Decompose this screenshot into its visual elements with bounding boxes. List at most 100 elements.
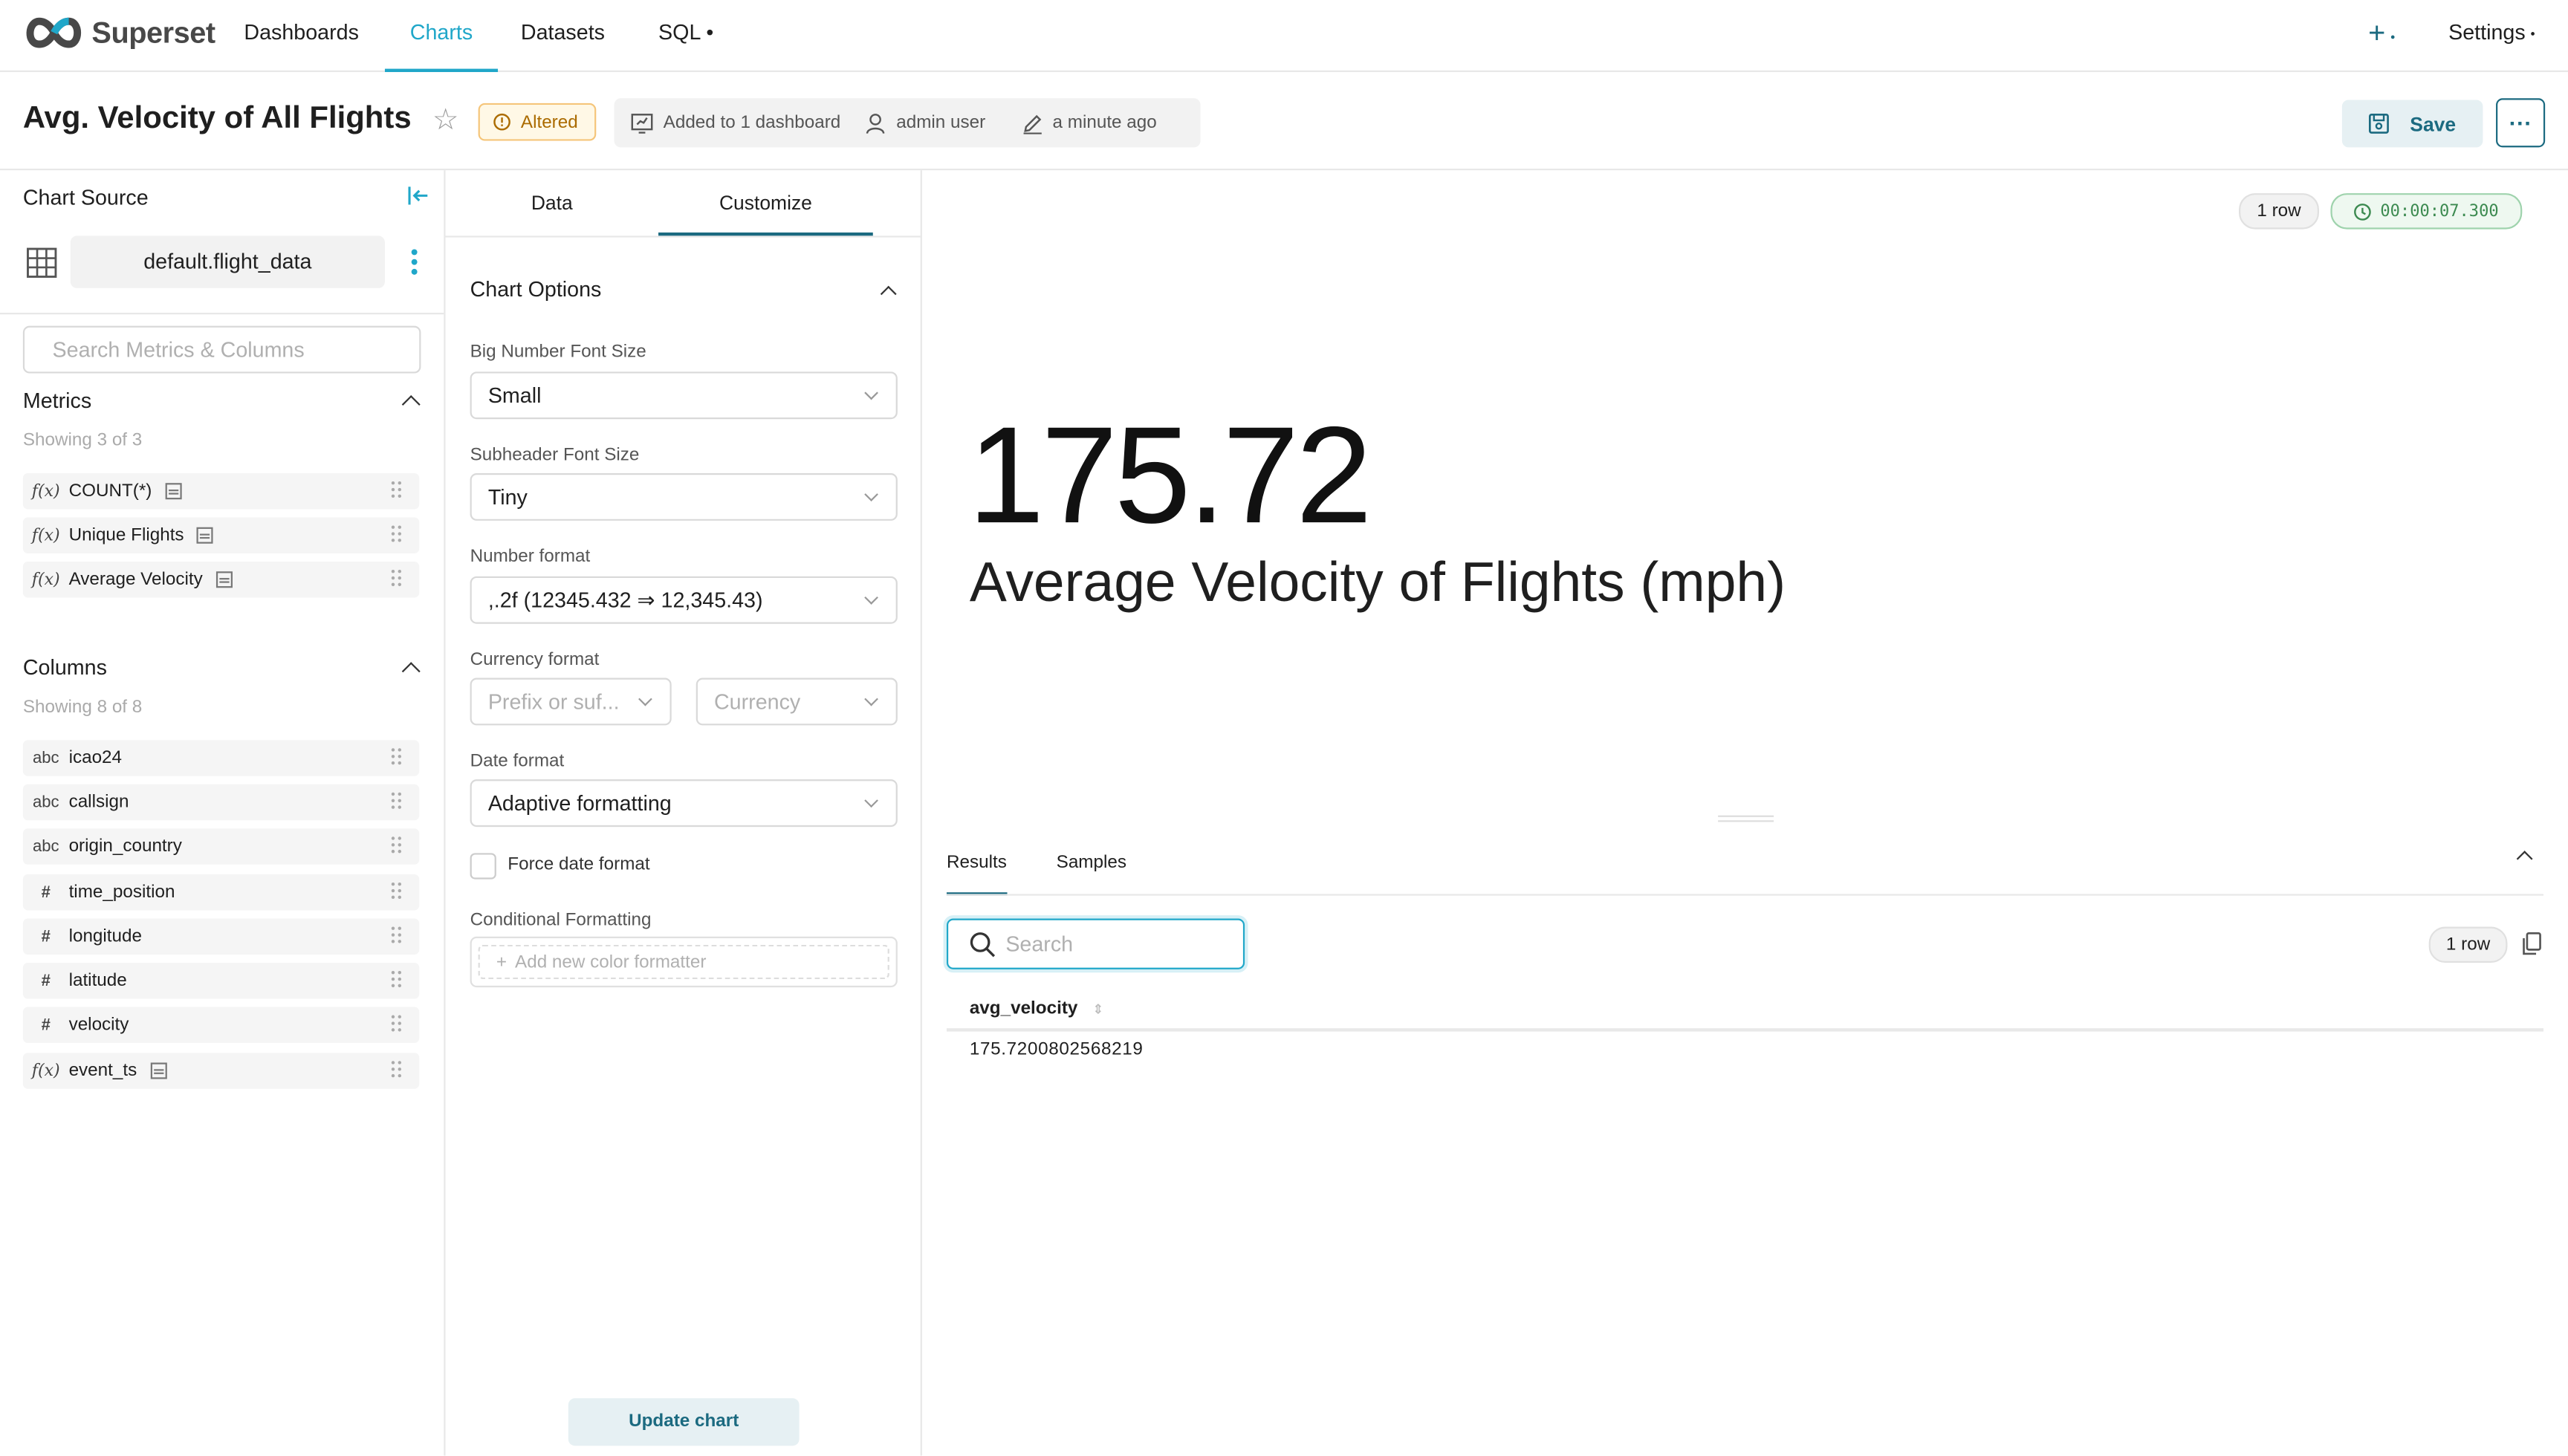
select-value: Adaptive formatting [487,790,672,816]
column-header-avg-velocity[interactable]: avg_velocity ⇕ [970,999,1103,1018]
date-format-select[interactable]: Adaptive formatting [470,779,898,828]
chevron-up-icon[interactable] [2516,851,2533,867]
owner-meta[interactable]: admin user [865,112,985,134]
chart-options-title[interactable]: Chart Options [470,276,602,301]
metric-item[interactable]: f(x) Unique Flights [22,517,420,553]
drag-handle-icon[interactable] [390,835,403,854]
metric-item[interactable]: f(x) Average Velocity [22,562,420,598]
column-item[interactable]: # latitude [22,963,420,999]
column-item[interactable]: abc callsign [22,784,420,821]
dashboards-meta[interactable]: Added to 1 dashboard [631,112,841,134]
drag-handle-icon[interactable] [390,524,403,543]
query-time-badge: 00:00:07.300 [2330,193,2523,230]
chevron-down-icon [864,793,878,808]
columns-count: Showing 8 of 8 [22,697,143,718]
numeric-type-icon: # [41,1015,51,1034]
settings-menu[interactable]: Settings ● [2448,0,2535,72]
metrics-title[interactable]: Metrics [23,388,91,412]
column-item[interactable]: # time_position [22,874,420,911]
columns-title[interactable]: Columns [23,655,107,680]
caret-down-icon: ● [706,25,714,39]
function-icon: f(x) [31,482,60,501]
collapse-panel-icon[interactable] [408,186,429,205]
tab-divider [946,894,2543,896]
dataset-menu-icon[interactable] [409,247,419,277]
tab-results[interactable]: Results [946,838,1007,896]
info-table-icon [215,571,233,588]
metric-item[interactable]: f(x) COUNT(*) [22,472,420,510]
column-item[interactable]: abc origin_country [22,828,420,865]
drag-handle-icon[interactable] [390,791,403,810]
numeric-type-icon: # [41,972,51,990]
drag-handle-icon[interactable] [390,1013,403,1033]
drag-handle-icon[interactable] [390,568,403,588]
select-placeholder: Currency [713,689,801,714]
modified-meta[interactable]: a minute ago [1022,112,1157,134]
plus-icon: + [2368,16,2386,50]
currency-prefix-select[interactable]: Prefix or suf... [470,677,672,726]
dataset-name[interactable]: default.flight_data [70,235,385,288]
metrics-columns-search-input[interactable]: Search Metrics & Columns [22,325,421,374]
number-format-select[interactable]: ,.2f (12345.432 ⇒ 12,345.43) [470,576,898,624]
function-icon: f(x) [31,526,60,545]
big-number-font-size-select[interactable]: Small [470,371,898,420]
altered-label: Altered [520,111,578,132]
nav-dashboards[interactable]: Dashboards [244,0,359,72]
chevron-up-icon[interactable] [401,394,421,414]
column-name: origin_country [68,836,182,857]
column-item[interactable]: abc icao24 [22,740,420,776]
new-plus-button[interactable]: + ● [2368,0,2395,72]
nav-charts[interactable]: Charts [384,0,499,72]
tab-samples[interactable]: Samples [1057,838,1126,895]
drag-handle-icon[interactable] [390,480,403,499]
table-header-divider [946,1028,2543,1032]
chevron-up-icon[interactable] [880,285,897,302]
row-count-badge: 1 row [2239,193,2320,230]
metrics-count: Showing 3 of 3 [22,430,143,451]
chart-preview-panel: 1 row 00:00:07.300 175.72 Average Veloci… [922,170,2568,1455]
resize-handle[interactable] [1718,815,1774,822]
info-table-icon [197,527,214,544]
table-cell: 175.7200802568219 [969,1039,1144,1060]
subheader-font-size-label: Subheader Font Size [470,445,640,465]
add-color-formatter-button[interactable]: + Add new color formatter [478,944,889,980]
drag-handle-icon[interactable] [390,1059,403,1079]
chevron-down-icon [638,692,652,706]
tab-customize[interactable]: Customize [658,170,873,236]
nav-sql[interactable]: SQL ● [658,0,714,72]
nav-datasets[interactable]: Datasets [521,0,605,72]
save-button[interactable]: Save [2341,100,2483,148]
force-date-format-checkbox[interactable] [470,853,496,880]
column-item[interactable]: # velocity [22,1007,420,1044]
drag-handle-icon[interactable] [390,881,403,900]
drag-handle-icon[interactable] [390,969,403,989]
numeric-type-icon: # [41,883,51,902]
drag-handle-icon[interactable] [390,747,403,766]
chevron-down-icon [864,591,878,605]
select-value: Small [487,383,542,408]
dashboards-label: Added to 1 dashboard [663,113,841,133]
star-icon[interactable]: ☆ [432,103,459,137]
table-icon [27,247,57,278]
nav-sql-label: SQL [658,19,701,45]
column-item[interactable]: f(x) event_ts [22,1053,420,1089]
subheader-font-size-select[interactable]: Tiny [470,472,898,521]
drag-handle-icon[interactable] [390,925,403,944]
chart-title[interactable]: Avg. Velocity of All Flights [23,102,412,137]
column-item[interactable]: # longitude [22,918,420,955]
more-options-button[interactable]: ··· [2496,98,2546,148]
altered-badge[interactable]: Altered [478,103,596,141]
results-search-input[interactable]: Search [946,918,1245,969]
big-number-value: 175.72 [967,397,1372,552]
top-navbar: Superset Dashboards Charts Datasets SQL ●… [0,0,2568,72]
select-value: ,.2f (12345.432 ⇒ 12,345.43) [487,588,763,613]
update-chart-button[interactable]: Update chart [568,1398,800,1446]
chevron-up-icon[interactable] [401,662,421,681]
search-placeholder: Search [1005,932,1074,957]
tab-data[interactable]: Data [446,170,659,235]
superset-logo[interactable]: Superset [23,15,215,51]
currency-select[interactable]: Currency [696,677,898,726]
copy-icon[interactable] [2522,932,2541,956]
chevron-down-icon [864,386,878,400]
sort-icon[interactable]: ⇕ [1092,1002,1103,1017]
